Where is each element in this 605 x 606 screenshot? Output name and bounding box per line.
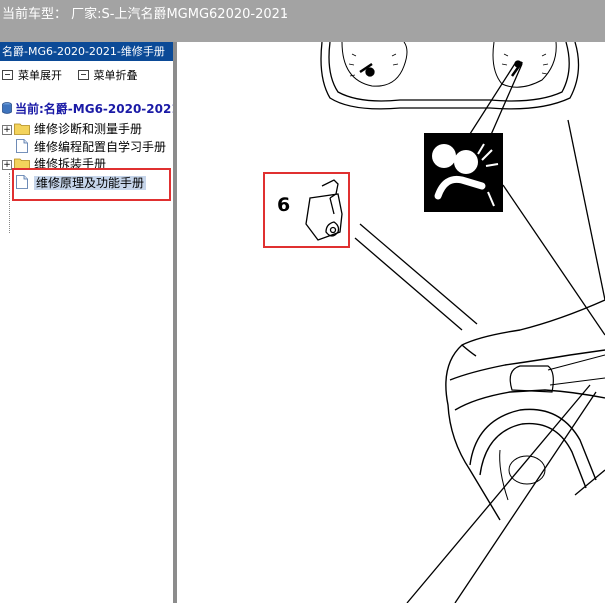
airbag-warning-icon <box>424 133 503 212</box>
top-info-bar: 当前车型： 厂家:S-上汽名爵MGMG62020-2021 . <box>0 0 605 43</box>
sensor-callout: 6 <box>263 172 350 248</box>
current-vehicle-label: 当前车型： 厂家:S-上汽名爵MGMG62020-2021 <box>2 7 289 22</box>
database-icon <box>2 102 12 114</box>
tree-item-label: 维修诊断和测量手册 <box>34 122 143 136</box>
folder-icon <box>14 123 30 135</box>
tree-item-programming[interactable]: 维修编程配置自学习手册 <box>2 138 166 156</box>
document-icon <box>16 139 28 153</box>
car-outline <box>445 299 605 521</box>
tree-root[interactable]: 当前:名爵-MG6-2020-2021 <box>2 100 173 117</box>
menu-expand-label: 菜单展开 <box>18 69 62 82</box>
tree-item-diagnosis[interactable]: + 维修诊断和测量手册 <box>2 120 142 138</box>
selection-highlight-box <box>12 168 171 201</box>
menu-actions: 菜单展开 菜单折叠 <box>2 67 150 83</box>
callout-number: 6 <box>277 194 290 216</box>
menu-collapse-label: 菜单折叠 <box>93 69 138 82</box>
diagram-drawing: 6 <box>263 41 605 604</box>
diagram-view: 6 <box>177 41 605 604</box>
panel-title: 名爵-MG6-2020-2021-维修手册 <box>0 42 173 61</box>
expand-icon <box>2 70 13 80</box>
menu-collapse-button[interactable]: 菜单折叠 <box>77 67 138 83</box>
topbar-dot: . <box>284 4 288 18</box>
tree-item-label: 维修编程配置自学习手册 <box>34 140 167 154</box>
manual-tree-panel: 名爵-MG6-2020-2021-维修手册 菜单展开 菜单折叠 当前:名爵-MG… <box>0 42 173 603</box>
menu-expand-button[interactable]: 菜单展开 <box>2 67 62 83</box>
expand-toggle-icon[interactable]: + <box>2 160 12 170</box>
expand-toggle-icon[interactable]: + <box>2 125 12 135</box>
instrument-cluster <box>320 41 580 110</box>
collapse-icon <box>77 70 89 80</box>
tree-root-label: 当前:名爵-MG6-2020-2021 <box>15 102 173 116</box>
